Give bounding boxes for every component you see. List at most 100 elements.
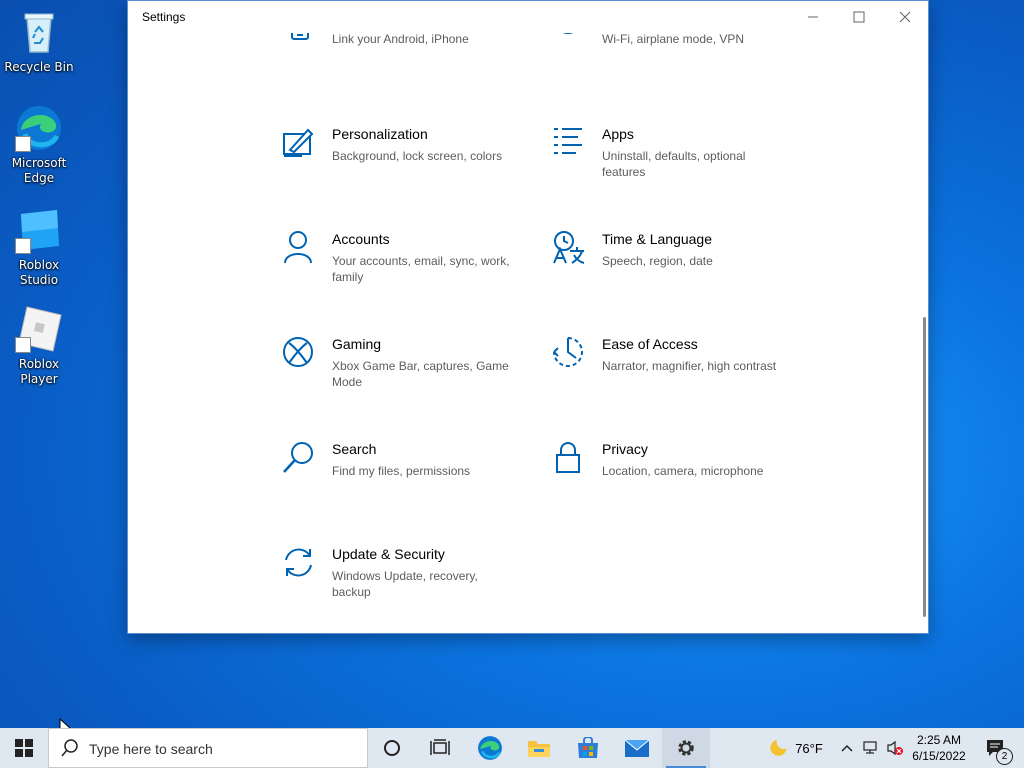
tile-description: Uninstall, defaults, optional features xyxy=(602,149,746,179)
tile-title: Update & Security xyxy=(332,546,445,562)
update-icon xyxy=(285,548,312,577)
minimize-button[interactable] xyxy=(790,1,836,33)
mail-icon xyxy=(624,739,650,757)
weather-widget[interactable]: 76°F xyxy=(760,728,830,768)
tile-personalization[interactable]: Personalization Background, lock screen,… xyxy=(282,126,522,206)
taskbar-search-input[interactable] xyxy=(87,737,361,761)
roblox-player-icon xyxy=(15,305,63,353)
edge-icon xyxy=(15,104,63,152)
tile-description: Location, camera, microphone xyxy=(602,464,764,478)
tile-update-security[interactable]: Update & Security Windows Update, recove… xyxy=(282,546,522,626)
tile-title: Search xyxy=(332,441,377,457)
task-view-button[interactable] xyxy=(416,728,464,768)
minimize-icon xyxy=(808,16,818,18)
folder-icon xyxy=(528,741,550,757)
taskbar-settings-button[interactable] xyxy=(662,728,710,768)
shortcut-arrow-icon xyxy=(15,337,31,353)
tile-title: Personalization xyxy=(332,126,428,142)
tile-title: Apps xyxy=(602,126,634,142)
maximize-icon xyxy=(853,11,865,23)
desktop-icon-roblox-player[interactable]: Roblox Player xyxy=(0,305,78,387)
chevron-up-icon xyxy=(841,744,853,752)
desktop-icon-label: Recycle Bin xyxy=(4,60,74,74)
windows-logo-icon xyxy=(15,739,33,757)
tile-description: Background, lock screen, colors xyxy=(332,149,503,163)
taskbar-file-explorer-button[interactable] xyxy=(515,728,563,768)
shortcut-arrow-icon xyxy=(15,238,31,254)
moon-icon xyxy=(770,739,787,756)
gear-icon xyxy=(678,740,694,756)
tile-gaming[interactable]: Gaming Xbox Game Bar, captures, Game Mod… xyxy=(282,336,522,416)
desktop-icon-label: Roblox Studio xyxy=(18,258,60,287)
store-icon xyxy=(578,737,598,758)
taskbar-store-button[interactable] xyxy=(564,728,612,768)
clock[interactable]: 2:25 AM 6/15/2022 xyxy=(908,728,970,768)
desktop-icon-edge[interactable]: Microsoft Edge xyxy=(0,104,78,186)
desktop-icon-recycle-bin[interactable]: Recycle Bin xyxy=(0,8,78,75)
ease-of-access-icon xyxy=(553,337,583,367)
edge-icon xyxy=(478,736,502,760)
tile-description: Xbox Game Bar, captures, Game Mode xyxy=(332,359,509,389)
tile-description: Narrator, magnifier, high contrast xyxy=(602,359,777,373)
tile-phone[interactable]: Link your Android, iPhone xyxy=(282,33,522,103)
taskbar-mail-button[interactable] xyxy=(613,728,661,768)
person-icon xyxy=(284,231,312,264)
cortana-circle-icon xyxy=(384,740,400,756)
recycle-bin-icon xyxy=(15,8,63,56)
network-icon xyxy=(863,741,877,754)
roblox-studio-icon xyxy=(15,206,63,254)
tile-network[interactable]: Wi-Fi, airplane mode, VPN xyxy=(552,33,792,103)
phone-icon xyxy=(291,33,309,40)
weather-temperature: 76°F xyxy=(795,740,823,756)
taskbar-edge-button[interactable] xyxy=(466,728,514,768)
settings-window: Settings Link your Android, iPhone Wi-Fi… xyxy=(128,1,928,633)
tile-description: Speech, region, date xyxy=(602,254,713,268)
tile-description: Wi-Fi, airplane mode, VPN xyxy=(602,33,745,46)
desktop-icon-label: Microsoft Edge xyxy=(11,156,67,185)
tile-description: Windows Update, recovery, backup xyxy=(332,569,478,599)
tile-description: Your accounts, email, sync, work, family xyxy=(332,254,510,284)
volume-button[interactable] xyxy=(884,728,906,768)
settings-content: Link your Android, iPhone Wi-Fi, airplan… xyxy=(128,33,928,633)
tile-accounts[interactable]: Accounts Your accounts, email, sync, wor… xyxy=(282,231,522,311)
vertical-scrollbar[interactable] xyxy=(923,317,926,617)
time-language-icon xyxy=(553,231,585,264)
tile-time-language[interactable]: Time & Language Speech, region, date xyxy=(552,231,792,311)
close-button[interactable] xyxy=(882,1,928,33)
apps-icon xyxy=(554,128,582,154)
tile-title: Time & Language xyxy=(602,231,712,247)
action-center-button[interactable]: 2 xyxy=(976,728,1016,768)
window-title: Settings xyxy=(142,10,186,24)
personalization-icon xyxy=(283,128,314,157)
close-icon xyxy=(899,11,911,23)
taskbar-search-box[interactable] xyxy=(48,728,368,768)
globe-icon xyxy=(562,33,574,34)
tile-ease-of-access[interactable]: Ease of Access Narrator, magnifier, high… xyxy=(552,336,792,416)
tile-search[interactable]: Search Find my files, permissions xyxy=(282,441,522,521)
start-button[interactable] xyxy=(0,728,48,768)
search-icon xyxy=(283,442,313,473)
clock-date: 6/15/2022 xyxy=(912,749,966,763)
clock-time: 2:25 AM xyxy=(916,733,962,747)
task-view-icon xyxy=(430,739,450,755)
tile-description: Link your Android, iPhone xyxy=(332,33,469,46)
tile-title: Gaming xyxy=(332,336,382,352)
lock-icon xyxy=(556,442,580,473)
tile-title: Privacy xyxy=(602,441,648,457)
tile-apps[interactable]: Apps Uninstall, defaults, optional featu… xyxy=(552,126,792,206)
tile-title: Ease of Access xyxy=(602,336,698,352)
title-bar[interactable]: Settings xyxy=(128,1,928,33)
tile-privacy[interactable]: Privacy Location, camera, microphone xyxy=(552,441,792,521)
xbox-icon xyxy=(283,337,313,367)
maximize-button[interactable] xyxy=(836,1,882,33)
desktop-icon-roblox-studio[interactable]: Roblox Studio xyxy=(0,206,78,288)
network-button[interactable] xyxy=(860,728,882,768)
taskbar: 76°F 2:25 AM 6/15/2022 2 xyxy=(0,728,1024,768)
cortana-button[interactable] xyxy=(368,728,416,768)
search-icon xyxy=(61,739,78,757)
tile-title: Accounts xyxy=(332,231,390,247)
show-hidden-icons-button[interactable] xyxy=(838,728,856,768)
shortcut-arrow-icon xyxy=(15,136,31,152)
notification-count-badge: 2 xyxy=(996,748,1013,765)
desktop-icon-label: Roblox Player xyxy=(18,357,60,386)
